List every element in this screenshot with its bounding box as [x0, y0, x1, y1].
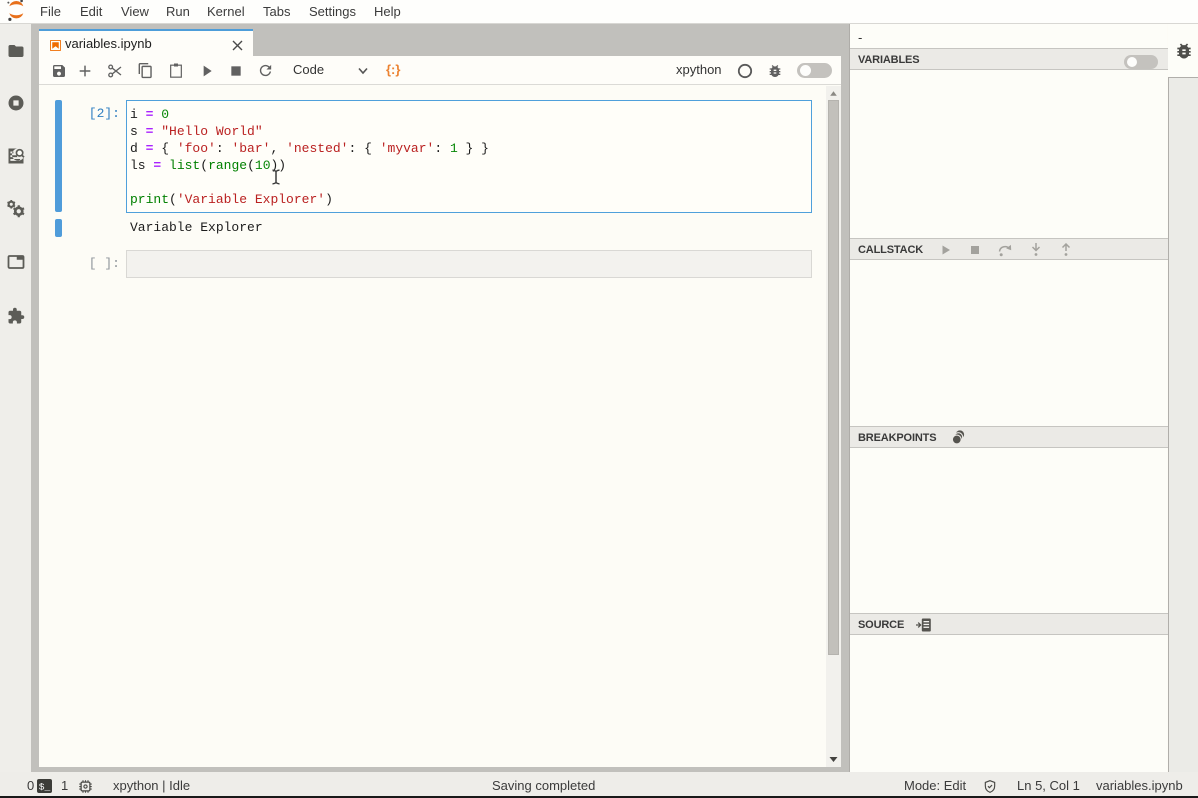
svg-text:$_: $_ [39, 782, 51, 793]
